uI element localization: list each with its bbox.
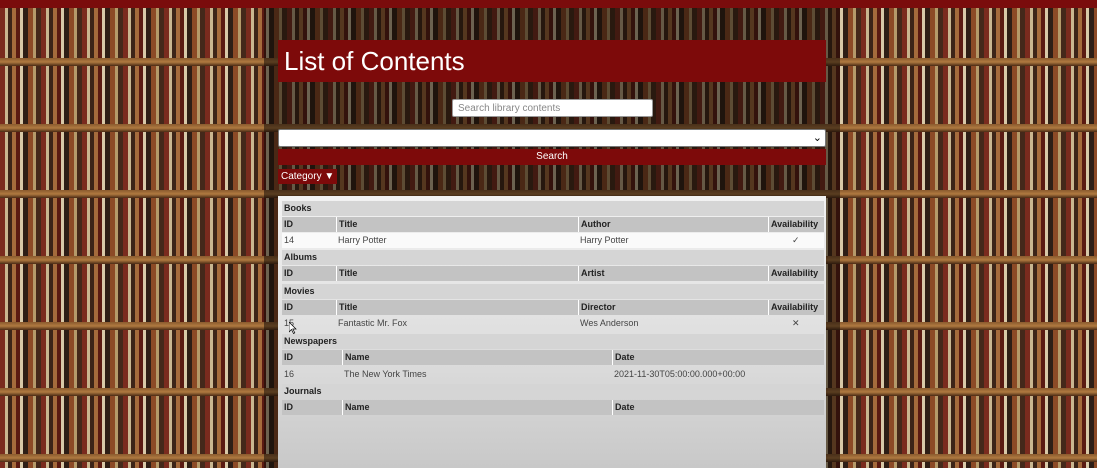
column-header: Name: [342, 400, 612, 415]
column-header: Name: [342, 350, 612, 365]
category-dropdown-button[interactable]: Category ▼: [278, 169, 338, 184]
column-header: ID: [284, 302, 293, 312]
column-header: Author: [578, 217, 768, 232]
cell-title: Harry Potter: [338, 235, 387, 245]
column-header: ID: [284, 352, 293, 362]
column-header: Date: [612, 350, 824, 365]
cell-author: Harry Potter: [580, 235, 629, 245]
page-header: List of Contents: [278, 40, 826, 82]
section-movies-title: Movies: [282, 284, 824, 299]
top-band: [0, 0, 1097, 8]
cell-id: 14: [284, 235, 295, 245]
books-header-row: ID Title Author Availability: [282, 217, 824, 232]
column-header: Title: [336, 217, 578, 232]
check-icon: ✓: [792, 235, 800, 245]
table-row[interactable]: 15 Fantastic Mr. Fox Wes Anderson ✕: [282, 316, 824, 331]
cell-name: The New York Times: [344, 369, 427, 379]
column-header: Director: [578, 300, 768, 315]
table-row[interactable]: 14 Harry Potter Harry Potter ✓: [282, 233, 824, 248]
column-header: ID: [284, 402, 293, 412]
section-books-title: Books: [282, 201, 824, 216]
column-header: ID: [284, 268, 293, 278]
mouse-cursor-icon: [289, 322, 297, 334]
category-select[interactable]: ⌄: [278, 129, 826, 147]
section-albums-title: Albums: [282, 250, 824, 265]
cell-date: 2021-11-30T05:00:00.000+00:00: [614, 369, 746, 379]
cell-id: 16: [284, 369, 295, 379]
section-journals-title: Journals: [282, 384, 824, 399]
column-header: Availability: [768, 300, 824, 315]
page-title: List of Contents: [284, 46, 465, 76]
column-header: ID: [284, 219, 293, 229]
column-header: Artist: [578, 266, 768, 281]
journals-header-row: ID Name Date: [282, 400, 824, 415]
section-newspapers-title: Newspapers: [282, 334, 824, 349]
movies-header-row: ID Title Director Availability: [282, 300, 824, 315]
x-mark-icon: ✕: [792, 318, 800, 328]
column-header: Availability: [768, 217, 824, 232]
column-header: Availability: [768, 266, 824, 281]
table-row[interactable]: 16 The New York Times 2021-11-30T05:00:0…: [282, 367, 824, 382]
column-header: Date: [612, 400, 824, 415]
search-input[interactable]: [452, 99, 653, 117]
search-button[interactable]: Search: [278, 149, 826, 165]
cell-title: Fantastic Mr. Fox: [338, 318, 408, 328]
newspapers-header-row: ID Name Date: [282, 350, 824, 365]
column-header: Title: [336, 300, 578, 315]
column-header: Title: [336, 266, 578, 281]
albums-header-row: ID Title Artist Availability: [282, 266, 824, 281]
chevron-down-icon: ⌄: [812, 132, 822, 144]
cell-director: Wes Anderson: [580, 318, 639, 328]
